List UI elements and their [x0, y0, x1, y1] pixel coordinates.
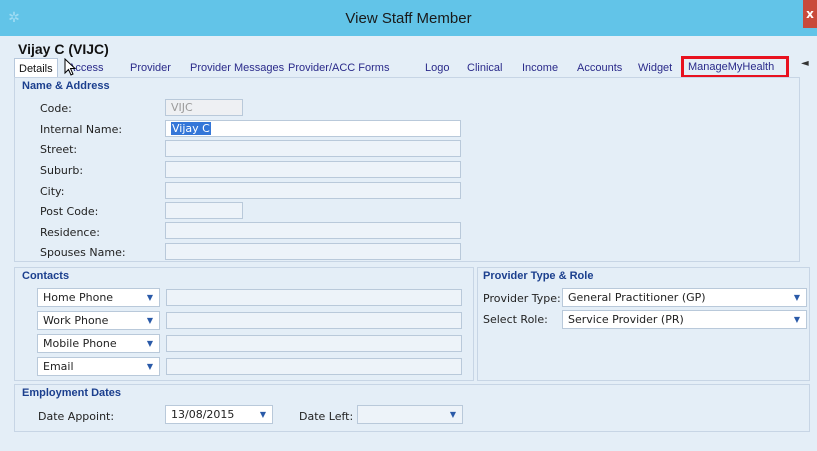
contact-type-value: Home Phone — [43, 291, 114, 304]
tab-provider[interactable]: Provider — [130, 58, 171, 78]
employment-heading: Employment Dates — [22, 387, 122, 399]
tab-widget[interactable]: Widget — [638, 58, 672, 78]
provider-type-value: General Practitioner (GP) — [568, 291, 706, 304]
contact-type-select-mobile[interactable]: Mobile Phone ▼ — [37, 334, 160, 353]
spouses-name-field[interactable] — [165, 243, 461, 260]
contact-value-field-work[interactable] — [166, 312, 462, 329]
residence-field[interactable] — [165, 222, 461, 239]
chevron-down-icon: ▼ — [793, 315, 800, 324]
chevron-down-icon: ▼ — [146, 293, 153, 302]
contact-value-field-mobile[interactable] — [166, 335, 462, 352]
chevron-down-icon: ▼ — [259, 410, 266, 419]
postcode-field[interactable] — [165, 202, 243, 219]
select-role-label: Select Role: — [483, 313, 548, 326]
window-title: View Staff Member — [345, 10, 472, 27]
city-field[interactable] — [165, 182, 461, 199]
staff-name-heading: Vijay C (VIJC) — [18, 41, 109, 57]
select-role-value: Service Provider (PR) — [568, 313, 684, 326]
chevron-down-icon: ▼ — [146, 316, 153, 325]
internal-name-field[interactable]: Vijay C — [165, 120, 461, 137]
tab-accounts[interactable]: Accounts — [577, 58, 622, 78]
suburb-label: Suburb: — [40, 164, 84, 177]
residence-label: Residence: — [40, 226, 100, 239]
chevron-down-icon: ▼ — [146, 339, 153, 348]
street-field[interactable] — [165, 140, 461, 157]
contact-type-value: Work Phone — [43, 314, 109, 327]
provider-type-label: Provider Type: — [483, 292, 561, 305]
contact-type-select-home[interactable]: Home Phone ▼ — [37, 288, 160, 307]
tab-provider-acc-forms[interactable]: Provider/ACC Forms — [288, 58, 389, 78]
provider-heading: Provider Type & Role — [483, 270, 594, 282]
code-label: Code: — [40, 102, 72, 115]
contact-type-select-email[interactable]: Email ▼ — [37, 357, 160, 376]
code-field: VIJC — [165, 99, 243, 116]
postcode-label: Post Code: — [40, 205, 99, 218]
date-appoint-picker[interactable]: 13/08/2015 ▼ — [165, 405, 273, 424]
date-appoint-label: Date Appoint: — [38, 410, 115, 423]
suburb-field[interactable] — [165, 161, 461, 178]
title-bar: ✲ View Staff Member x — [0, 0, 817, 36]
tab-provider-messages[interactable]: Provider Messages — [190, 58, 284, 78]
spouses-name-label: Spouses Name: — [40, 246, 126, 259]
tab-strip: Details Access Provider Provider Message… — [14, 56, 814, 78]
date-appoint-value: 13/08/2015 — [171, 408, 235, 421]
tab-managemyhealth[interactable]: ManageMyHealth — [681, 56, 789, 78]
street-label: Street: — [40, 143, 78, 156]
tab-details[interactable]: Details — [14, 58, 58, 78]
tab-logo[interactable]: Logo — [425, 58, 449, 78]
chevron-down-icon: ▼ — [449, 410, 456, 419]
internal-name-label: Internal Name: — [40, 123, 123, 136]
chevron-down-icon: ▼ — [793, 293, 800, 302]
date-left-label: Date Left: — [299, 410, 354, 423]
contact-value-field-home[interactable] — [166, 289, 462, 306]
tab-scroll-left-icon[interactable]: ◄ — [801, 58, 809, 69]
mouse-cursor-icon — [64, 58, 77, 76]
close-button[interactable]: x — [803, 0, 817, 28]
tab-clinical[interactable]: Clinical — [467, 58, 502, 78]
city-label: City: — [40, 185, 65, 198]
date-left-picker[interactable]: ▼ — [357, 405, 463, 424]
contact-value-field-email[interactable] — [166, 358, 462, 375]
contact-type-value: Mobile Phone — [43, 337, 117, 350]
provider-type-select[interactable]: General Practitioner (GP) ▼ — [562, 288, 807, 307]
contact-type-select-work[interactable]: Work Phone ▼ — [37, 311, 160, 330]
internal-name-value: Vijay C — [171, 122, 211, 135]
chevron-down-icon: ▼ — [146, 362, 153, 371]
tab-income[interactable]: Income — [522, 58, 558, 78]
contact-type-value: Email — [43, 360, 74, 373]
name-address-heading: Name & Address — [22, 80, 110, 92]
contacts-heading: Contacts — [22, 270, 70, 282]
select-role-select[interactable]: Service Provider (PR) ▼ — [562, 310, 807, 329]
